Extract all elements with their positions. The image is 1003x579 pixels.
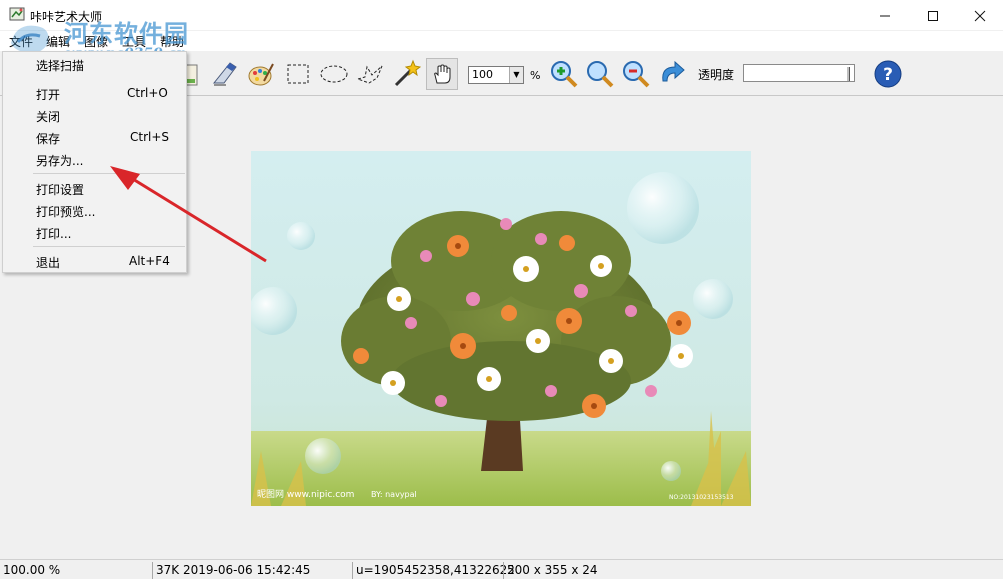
image-caption-right: NO:20131023153513	[669, 494, 734, 501]
menu-separator	[33, 246, 185, 247]
minimize-icon	[880, 15, 890, 16]
hand-pan-icon	[434, 64, 451, 84]
menu-item-open[interactable]: 打开 Ctrl+O	[3, 83, 186, 103]
rect-select-button[interactable]	[282, 58, 314, 90]
lasso-select-button[interactable]	[354, 58, 386, 90]
palette-icon	[248, 63, 274, 86]
status-coords: u=1905452358,41322622	[352, 562, 515, 579]
zoom-in-button[interactable]	[548, 58, 580, 90]
menu-image[interactable]: 图像	[84, 33, 108, 50]
image-caption-left: 昵图网 www.nipic.com	[257, 489, 354, 500]
zoom-in-icon	[551, 61, 578, 88]
close-icon	[974, 10, 986, 21]
image-caption-by: BY: navypal	[371, 490, 417, 499]
maximize-icon	[928, 10, 938, 21]
menu-help[interactable]: 帮助	[160, 33, 184, 50]
opacity-slider[interactable]	[743, 64, 855, 82]
menu-item-print-setup[interactable]: 打印设置	[3, 178, 186, 198]
zoom-icon	[587, 61, 614, 88]
menu-item-scan[interactable]: 选择扫描	[3, 54, 186, 74]
menu-item-print[interactable]: 打印...	[3, 222, 186, 242]
hand-pan-button[interactable]	[426, 58, 458, 90]
menu-item-print-preview[interactable]: 打印预览...	[3, 200, 186, 220]
image-view[interactable]: 昵图网 www.nipic.com BY: navypal NO:2013102…	[251, 151, 751, 506]
magic-wand-button[interactable]	[390, 58, 422, 90]
zoom-button[interactable]	[584, 58, 616, 90]
window-title: 咔咔艺术大师	[30, 10, 103, 24]
status-dims: 500 x 355 x 24	[503, 562, 1003, 579]
zoom-out-button[interactable]	[620, 58, 652, 90]
status-zoom: 100.00 %	[3, 563, 61, 577]
file-menu-dropdown: 选择扫描 打开 Ctrl+O 关闭 保存 Ctrl+S 另存为... 打印设置 …	[2, 51, 187, 273]
help-button[interactable]: ?	[872, 58, 904, 90]
maximize-button[interactable]	[910, 0, 956, 31]
menu-item-close[interactable]: 关闭	[3, 105, 186, 125]
magic-wand-icon	[394, 59, 421, 87]
help-icon: ?	[874, 60, 902, 88]
title-bar: 咔咔艺术大师	[0, 0, 1003, 31]
lasso-select-icon	[356, 65, 383, 84]
rect-select-icon	[287, 64, 309, 84]
close-button[interactable]	[957, 0, 1003, 31]
redo-icon	[662, 60, 685, 82]
zoom-unit-label: %	[530, 69, 541, 82]
menu-bar: 文件 编辑 图像 工具 帮助	[0, 31, 1003, 51]
menu-item-save[interactable]: 保存 Ctrl+S	[3, 127, 186, 147]
status-bar: 100.00 % 37K 2019-06-06 15:42:45 u=19054…	[0, 559, 1003, 579]
menu-file[interactable]: 文件	[9, 33, 33, 50]
ellipse-select-icon	[320, 65, 348, 83]
ellipse-select-button[interactable]	[318, 58, 350, 90]
opacity-slider-thumb[interactable]	[847, 67, 850, 81]
palette-button[interactable]	[245, 58, 277, 90]
menu-separator	[33, 173, 185, 174]
chevron-down-icon[interactable]: ▼	[509, 67, 523, 83]
zoom-value: 100	[472, 68, 493, 81]
menu-item-save-as[interactable]: 另存为...	[3, 149, 186, 169]
menu-item-exit[interactable]: 退出 Alt+F4	[3, 251, 186, 271]
app-icon	[9, 7, 25, 21]
zoom-out-icon	[623, 61, 650, 88]
opacity-label: 透明度	[698, 68, 735, 82]
zoom-select[interactable]: 100 ▼	[468, 66, 524, 84]
menu-tools[interactable]: 工具	[122, 33, 146, 50]
redo-button[interactable]	[656, 58, 688, 90]
menu-edit[interactable]: 编辑	[46, 33, 70, 50]
svg-text:?: ?	[883, 65, 893, 85]
minimize-button[interactable]	[862, 0, 908, 31]
status-file-info: 37K 2019-06-06 15:42:45	[152, 562, 352, 579]
paint-brush-button[interactable]	[209, 58, 241, 90]
tree-image: 昵图网 www.nipic.com BY: navypal NO:2013102…	[251, 151, 751, 506]
paint-brush-icon	[212, 62, 237, 86]
